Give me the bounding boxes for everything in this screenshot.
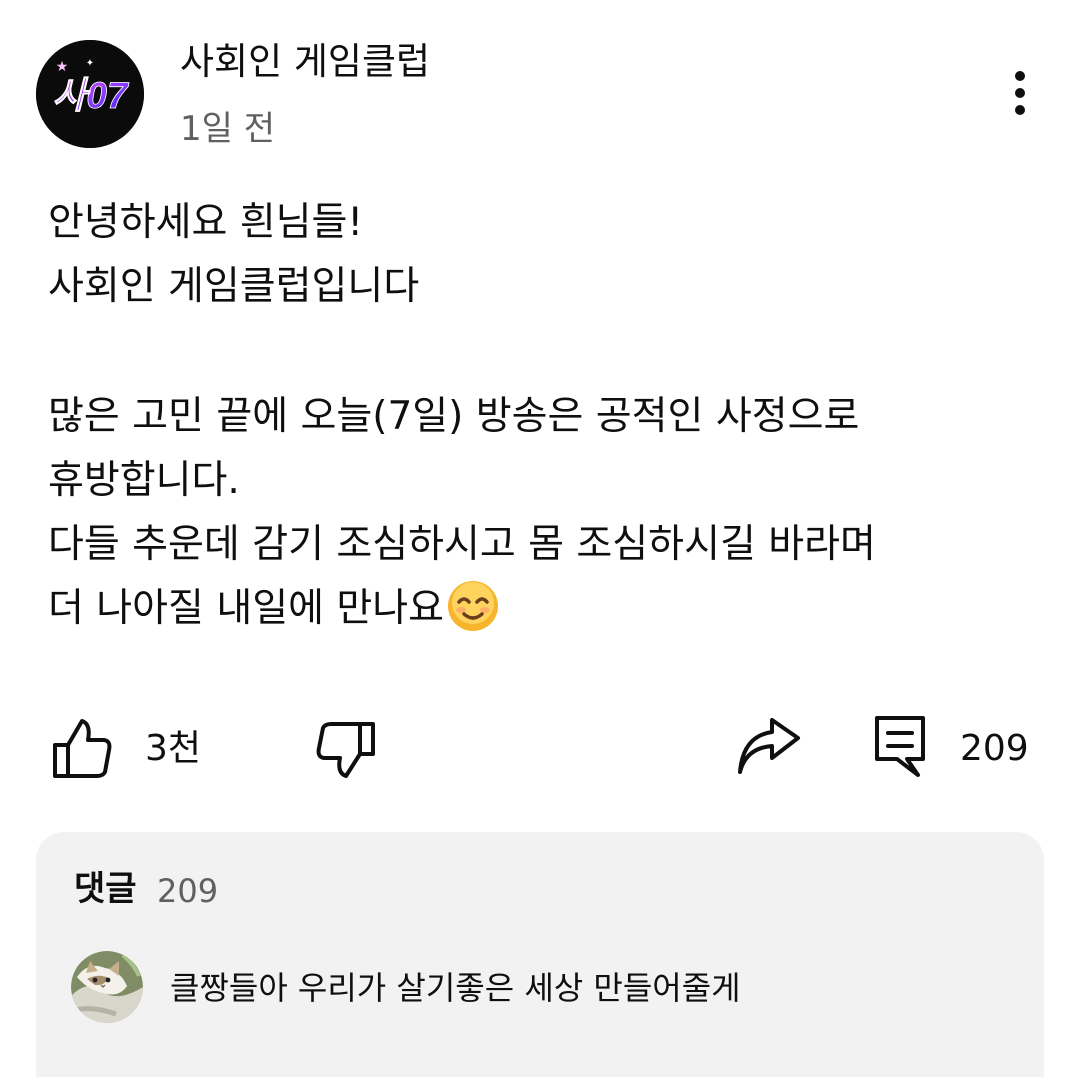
comment-count: 209 [960,728,1029,769]
channel-logo-icon: 사07 ★ ✦ [36,40,144,148]
comment-avatar[interactable] [71,951,143,1023]
svg-text:✦: ✦ [86,58,94,69]
community-post: 사07 ★ ✦ 사회인 게임클럽 1일 전 안녕하세요 흰님들! 사회인 게임클… [0,0,1080,1077]
comments-preview[interactable]: 댓글 209 클짱들아 우리가 살기좋은 세상 만들어줄게 [36,832,1044,1077]
thumbs-up-icon [53,719,112,778]
thumbs-down-icon [316,722,375,778]
cat-avatar [71,951,143,1023]
svg-text:사07: 사07 [52,75,130,116]
post-time: 1일 전 [180,109,275,149]
comments-count: 209 [157,872,219,910]
dislike-button[interactable] [314,716,384,780]
post-line-with-emoji: 더 나아질 내일에 만나요 [48,577,1048,641]
more-options-button[interactable] [996,66,1044,122]
share-icon [738,718,800,774]
post-line: 휴방합니다. [48,458,240,503]
svg-text:★: ★ [56,58,69,74]
comment-icon [875,716,925,777]
channel-avatar[interactable]: 사07 ★ ✦ [36,40,144,148]
post-line: 다들 추운데 감기 조심하시고 몸 조심하시길 바라며 [48,522,876,567]
like-count: 3천 [145,728,202,769]
comments-title: 댓글 [74,869,137,909]
channel-name[interactable]: 사회인 게임클럽 [180,38,430,86]
post-body: 안녕하세요 흰님들! 사회인 게임클럽입니다 많은 고민 끝에 오늘(7일) 방… [48,191,1048,641]
comment-preview-text: 클짱들아 우리가 살기좋은 세상 만들어줄게 [170,969,741,1007]
post-line: 사회인 게임클럽입니다 [48,264,420,309]
post-line: 더 나아질 내일에 만나요 [48,586,444,631]
post-line [48,319,1048,385]
post-line: 많은 고민 끝에 오늘(7일) 방송은 공적인 사정으로 [48,394,860,439]
post-line: 안녕하세요 흰님들! [48,200,364,245]
more-vertical-icon [1015,71,1025,115]
share-button[interactable] [730,716,806,780]
comments-button[interactable]: 209 [870,712,1040,782]
smiling-face-emoji [446,579,500,653]
like-button[interactable]: 3천 [50,716,220,780]
